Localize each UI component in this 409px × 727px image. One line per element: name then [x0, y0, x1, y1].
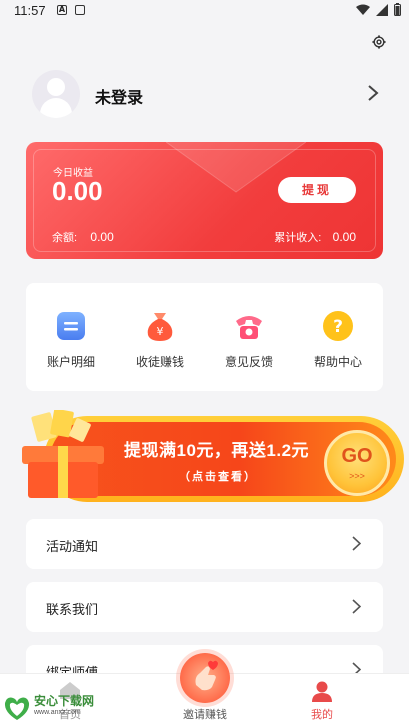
- today-earnings-value: 0.00: [52, 176, 103, 206]
- battery-icon: [394, 3, 401, 16]
- balance-row: 余额: 0.00: [52, 229, 114, 245]
- total-income-value: 0.00: [332, 230, 356, 244]
- profile-name: 未登录: [95, 90, 144, 107]
- list-item-activity-notice[interactable]: 活动通知: [26, 519, 383, 569]
- nav-label: 我的: [311, 709, 333, 721]
- finger-heart-icon: [195, 660, 218, 691]
- total-income-row: 累计收入: 0.00: [274, 229, 356, 245]
- menu-label: 收徒赚钱: [135, 355, 184, 369]
- invite-fab[interactable]: [180, 653, 230, 703]
- promo-banner[interactable]: 提现满10元，再送1.2元 （点击查看） GO >>>: [14, 410, 404, 502]
- watermark-name: 安心下载网: [34, 694, 95, 708]
- status-time: 11:57: [14, 3, 46, 18]
- status-bar: 11:57 A: [0, 0, 409, 24]
- profile-header[interactable]: 未登录: [30, 68, 385, 120]
- chevron-right-icon: [352, 536, 361, 551]
- svg-text:?: ?: [333, 317, 343, 337]
- menu-label: 账户明细: [46, 355, 95, 369]
- menu-grid: 账户明细 ¥ 收徒赚钱 意见反馈 ? 帮助中心: [26, 283, 383, 391]
- help-icon: ?: [323, 311, 353, 341]
- chevron-right-icon: [352, 599, 361, 614]
- signal-icon: [376, 3, 388, 16]
- withdraw-button[interactable]: 提现: [278, 177, 356, 203]
- menu-item-help-center[interactable]: ? 帮助中心: [298, 309, 378, 370]
- avatar[interactable]: [32, 70, 80, 118]
- account-detail-icon: [57, 312, 85, 340]
- nav-item-mine[interactable]: 我的: [298, 674, 346, 727]
- balance-label: 余额:: [52, 232, 78, 244]
- nav-label: 邀请赚钱: [183, 709, 227, 721]
- gift-box-icon: [22, 410, 104, 498]
- banner-title: 提现满10元，再送1.2元: [124, 441, 310, 460]
- banner-subtitle: （点击查看）: [179, 471, 257, 483]
- chevron-right-icon: [368, 85, 379, 101]
- watermark-url: www.anxz.com: [34, 709, 81, 716]
- wifi-icon: [356, 4, 370, 15]
- menu-item-feedback[interactable]: 意见反馈: [209, 309, 289, 370]
- balance-value: 0.00: [90, 230, 114, 244]
- user-icon: [312, 681, 332, 702]
- wallet-card: 今日收益 0.00 提现 余额: 0.00 累计收入: 0.00: [26, 142, 383, 259]
- notification-a-icon: A: [57, 5, 67, 15]
- menu-label: 意见反馈: [224, 355, 273, 369]
- go-button[interactable]: GO >>>: [324, 430, 390, 496]
- list-item-label: 联系我们: [46, 602, 99, 617]
- menu-item-recruit[interactable]: ¥ 收徒赚钱: [120, 309, 200, 370]
- menu-label: 帮助中心: [313, 355, 362, 369]
- menu-item-account-detail[interactable]: 账户明细: [31, 309, 111, 370]
- notification-image-icon: [75, 5, 85, 15]
- go-label: GO: [341, 445, 373, 467]
- list-item-label: 活动通知: [46, 539, 99, 554]
- money-bag-icon: ¥: [147, 313, 173, 341]
- total-income-label: 累计收入:: [274, 232, 322, 244]
- phone-icon: [236, 316, 262, 339]
- watermark-logo-icon: [4, 697, 30, 720]
- watermark: 安心下载网 www.anxz.com: [0, 690, 110, 727]
- list-item-contact-us[interactable]: 联系我们: [26, 582, 383, 632]
- go-arrows: >>>: [349, 471, 365, 481]
- settings-icon[interactable]: [372, 35, 386, 49]
- svg-text:¥: ¥: [157, 325, 164, 338]
